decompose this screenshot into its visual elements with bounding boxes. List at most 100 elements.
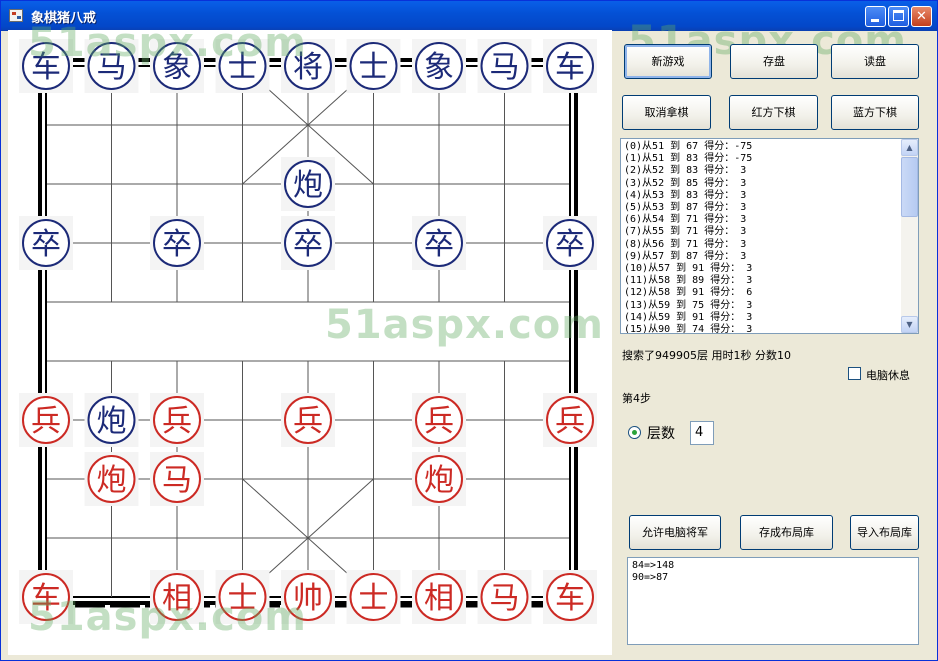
scroll-thumb[interactable] [901, 157, 918, 217]
move-item[interactable]: (1)从51 到 83 得分：-75 [624, 153, 902, 165]
undo-button[interactable]: 取消拿棋 [622, 95, 711, 130]
piece-label: 兵 [162, 404, 192, 439]
chess-piece-red[interactable]: 兵 [19, 393, 73, 447]
chess-piece-red[interactable]: 士 [215, 570, 270, 624]
title-bar[interactable]: 象棋猪八戒 ✕ [1, 1, 937, 31]
piece-label: 象 [424, 50, 454, 85]
move-item[interactable]: (4)从53 到 83 得分： 3 [624, 190, 902, 202]
log-lines: 84=>148 90=>87 [632, 560, 674, 584]
chess-piece-blue[interactable]: 卒 [19, 216, 73, 270]
piece-label: 相 [424, 581, 454, 616]
computer-rest-checkbox[interactable] [848, 367, 861, 380]
move-item[interactable]: (13)从59 到 75 得分： 3 [624, 300, 902, 312]
chess-piece-red[interactable]: 兵 [281, 393, 335, 447]
move-item[interactable]: (12)从58 到 91 得分： 6 [624, 287, 902, 299]
blue-move-button[interactable]: 蓝方下棋 [831, 95, 919, 130]
move-item[interactable]: (15)从90 到 74 得分： 3 [624, 324, 902, 333]
piece-label: 卒 [31, 227, 61, 262]
move-item[interactable]: (0)从51 到 67 得分：-75 [624, 141, 902, 153]
move-item[interactable]: (6)从54 到 71 得分： 3 [624, 214, 902, 226]
piece-label: 兵 [555, 404, 585, 439]
move-item[interactable]: (11)从58 到 89 得分： 3 [624, 275, 902, 287]
moves-list: (0)从51 到 67 得分：-75 (1)从51 到 83 得分：-75 (2)从… [624, 141, 902, 333]
piece-label: 兵 [424, 404, 454, 439]
radio-dot-icon [632, 430, 637, 435]
save-button[interactable]: 存盘 [730, 44, 818, 79]
chess-piece-blue[interactable]: 卒 [150, 216, 204, 270]
chess-piece-blue[interactable]: 卒 [543, 216, 597, 270]
piece-label: 马 [97, 50, 127, 85]
piece-label: 马 [162, 463, 192, 498]
minimize-icon [871, 19, 879, 22]
chess-piece-red[interactable]: 士 [346, 570, 401, 624]
chess-piece-red[interactable]: 马 [150, 452, 204, 506]
chess-piece-blue[interactable]: 卒 [412, 216, 466, 270]
import-opening-button[interactable]: 导入布局库 [850, 515, 919, 550]
log-textbox[interactable]: 84=>148 90=>87 [627, 557, 919, 645]
chess-piece-blue[interactable]: 车 [19, 39, 73, 93]
chess-piece-red[interactable]: 炮 [412, 452, 466, 506]
move-item[interactable]: (9)从57 到 87 得分： 3 [624, 251, 902, 263]
chess-piece-blue[interactable]: 马 [84, 39, 139, 93]
piece-label: 士 [228, 581, 258, 616]
chess-piece-blue[interactable]: 卒 [281, 216, 335, 270]
depth-label[interactable]: 层数 [647, 423, 675, 443]
move-item[interactable]: (3)从52 到 85 得分： 3 [624, 178, 902, 190]
piece-label: 车 [31, 50, 61, 85]
chess-piece-blue[interactable]: 将 [281, 39, 335, 93]
chess-piece-blue[interactable]: 车 [543, 39, 597, 93]
chess-piece-red[interactable]: 兵 [412, 393, 466, 447]
move-item[interactable]: (7)从55 到 71 得分： 3 [624, 226, 902, 238]
chess-piece-red[interactable]: 兵 [543, 393, 597, 447]
piece-label: 卒 [293, 227, 323, 262]
piece-label: 士 [359, 50, 389, 85]
move-item[interactable]: (5)从53 到 87 得分： 3 [624, 202, 902, 214]
new-game-button[interactable]: 新游戏 [624, 44, 712, 79]
depth-radio[interactable] [628, 426, 641, 439]
chess-piece-blue[interactable]: 象 [412, 39, 466, 93]
moves-scrollbar[interactable]: ▲ ▼ [901, 139, 918, 333]
move-item[interactable]: (8)从56 到 71 得分： 3 [624, 239, 902, 251]
depth-input[interactable]: 4 [690, 421, 714, 445]
move-item[interactable]: (10)从57 到 91 得分： 3 [624, 263, 902, 275]
chess-piece-red[interactable]: 帅 [281, 570, 335, 624]
app-icon[interactable] [9, 9, 23, 22]
chess-piece-blue[interactable]: 士 [346, 39, 401, 93]
piece-label: 卒 [424, 227, 454, 262]
chess-piece-red[interactable]: 兵 [150, 393, 204, 447]
moves-listbox[interactable]: (0)从51 到 67 得分：-75 (1)从51 到 83 得分：-75 (2)从… [620, 138, 919, 334]
chess-piece-blue[interactable]: 炮 [281, 157, 335, 211]
chess-piece-red[interactable]: 车 [19, 570, 73, 624]
move-item[interactable]: (14)从59 到 91 得分： 3 [624, 312, 902, 324]
chess-board[interactable]: 车马象士将士象马车炮卒卒卒卒卒兵炮兵兵兵兵炮马炮车相士帅士相马车 [8, 30, 612, 655]
chess-piece-red[interactable]: 相 [150, 570, 204, 624]
move-item[interactable]: (2)从52 到 83 得分： 3 [624, 165, 902, 177]
save-opening-button[interactable]: 存成布局库 [740, 515, 833, 550]
red-move-button[interactable]: 红方下棋 [729, 95, 818, 130]
computer-rest-label[interactable]: 电脑休息 [866, 367, 910, 383]
piece-label: 将 [293, 50, 323, 85]
chess-piece-blue[interactable]: 马 [477, 39, 532, 93]
scroll-up-icon[interactable]: ▲ [901, 139, 918, 156]
piece-label: 马 [490, 581, 520, 616]
chess-piece-red[interactable]: 车 [543, 570, 597, 624]
chess-piece-red[interactable]: 炮 [84, 452, 139, 506]
chess-piece-blue[interactable]: 象 [150, 39, 204, 93]
step-label: 第4步 [622, 392, 651, 405]
piece-label: 兵 [31, 404, 61, 439]
board-canvas[interactable]: 车马象士将士象马车炮卒卒卒卒卒兵炮兵兵兵兵炮马炮车相士帅士相马车 [8, 30, 612, 655]
load-button[interactable]: 读盘 [831, 44, 919, 79]
chess-piece-red[interactable]: 相 [412, 570, 466, 624]
close-button[interactable]: ✕ [911, 6, 932, 27]
window-title: 象棋猪八戒 [31, 11, 97, 26]
piece-label: 炮 [424, 463, 454, 498]
chess-piece-blue[interactable]: 士 [215, 39, 270, 93]
allow-check-button[interactable]: 允许电脑将军 [629, 515, 721, 550]
maximize-button[interactable] [888, 6, 909, 27]
piece-label: 士 [359, 581, 389, 616]
minimize-button[interactable] [865, 6, 886, 27]
chess-piece-blue[interactable]: 炮 [84, 393, 139, 447]
close-icon: ✕ [916, 9, 927, 24]
scroll-down-icon[interactable]: ▼ [901, 316, 918, 333]
chess-piece-red[interactable]: 马 [477, 570, 532, 624]
